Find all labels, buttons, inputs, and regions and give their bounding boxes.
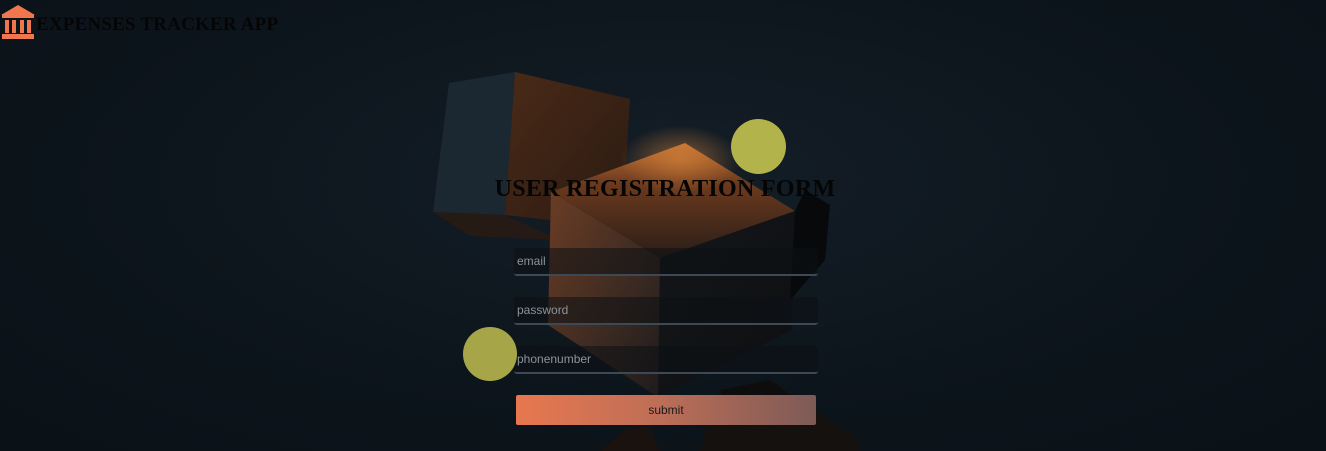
yellow-orb-top — [731, 119, 786, 174]
bank-building-icon — [1, 5, 35, 39]
registration-page: EXPENSES TRACKER APP USER REGISTRATION F… — [0, 0, 1326, 451]
password-field[interactable] — [514, 297, 818, 325]
pillar-shape — [790, 190, 830, 300]
form-title: USER REGISTRATION FORM — [494, 176, 836, 202]
app-title: EXPENSES TRACKER APP — [36, 14, 279, 35]
yellow-orb-left — [463, 327, 517, 381]
phonenumber-field[interactable] — [514, 346, 818, 374]
app-header: EXPENSES TRACKER APP — [0, 4, 278, 40]
submit-button[interactable]: submit — [516, 395, 816, 425]
email-field[interactable] — [514, 248, 818, 276]
background-3d-scene — [433, 72, 860, 451]
